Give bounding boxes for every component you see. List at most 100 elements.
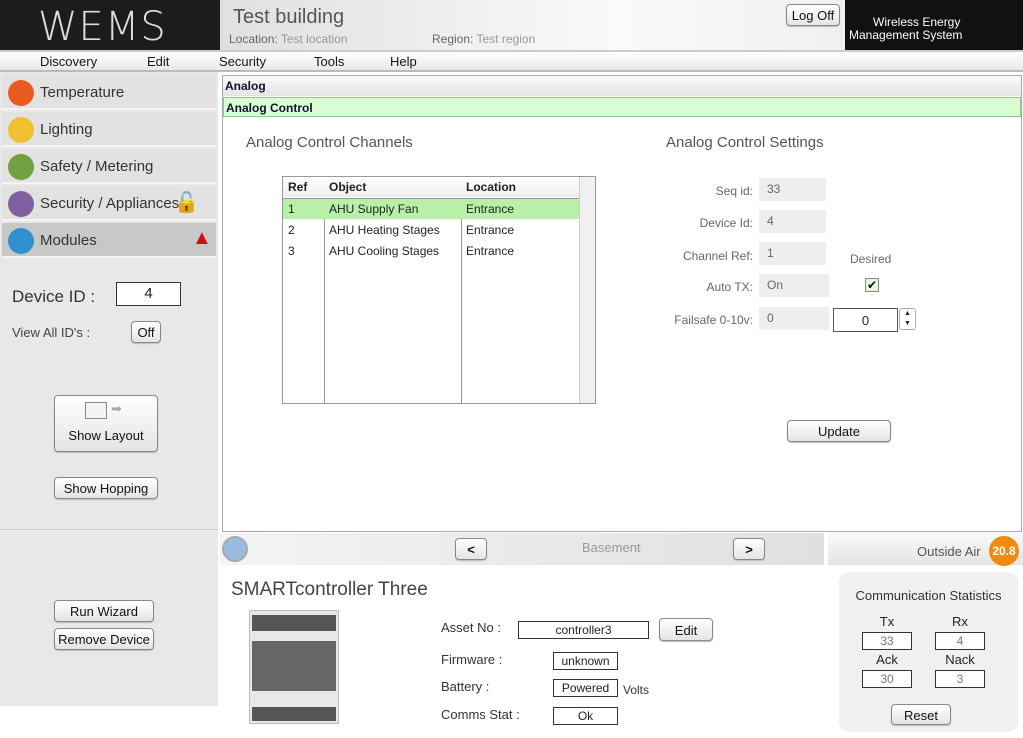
show-layout-button[interactable]: ➡ Show Layout xyxy=(54,395,158,452)
table-row[interactable]: 2 AHU Heating Stages Entrance xyxy=(283,219,579,240)
menu-tools[interactable]: Tools xyxy=(314,54,344,69)
building-title: Test building xyxy=(233,6,345,28)
cell-ref: 3 xyxy=(288,243,295,258)
sidebar-item-label: Security / Appliances xyxy=(40,195,180,212)
ack-value: 30 xyxy=(862,670,912,688)
lock-icon: 🔓 xyxy=(174,192,199,214)
analog-bar[interactable]: Analog xyxy=(223,76,1021,96)
ack-label: Ack xyxy=(876,652,898,667)
controller-image xyxy=(249,610,339,724)
nack-value: 3 xyxy=(935,670,985,688)
cell-ref: 1 xyxy=(288,201,295,216)
prev-floor-button[interactable]: < xyxy=(455,538,487,560)
asset-label: Asset No : xyxy=(441,620,501,635)
menu-help[interactable]: Help xyxy=(390,54,417,69)
warning-icon: ▲ xyxy=(192,227,212,249)
sidebar-item-label: Modules xyxy=(40,232,97,249)
sidebar-item-label: Lighting xyxy=(40,121,93,138)
sidebar-item-safety-metering[interactable]: Safety / Metering xyxy=(2,149,216,184)
outside-air-value: 20.8 xyxy=(989,536,1019,566)
show-layout-label: Show Layout xyxy=(68,428,144,443)
settings-title: Analog Control Settings xyxy=(666,134,824,151)
desired-auto-tx-checkbox[interactable]: ✔ xyxy=(865,278,879,292)
column-ref[interactable]: Ref xyxy=(283,177,324,198)
layout-icon xyxy=(85,402,107,419)
divider xyxy=(0,529,218,530)
tx-label: Tx xyxy=(879,614,895,629)
location-label: Location: xyxy=(229,32,278,46)
remove-device-button[interactable]: Remove Device xyxy=(54,628,154,650)
menu-security[interactable]: Security xyxy=(219,54,266,69)
device-id-label: Device ID : xyxy=(12,287,96,306)
channels-table: Ref Object Location 1 AHU Supply Fan Entranc… xyxy=(282,176,596,404)
sidebar-item-label: Safety / Metering xyxy=(40,158,154,175)
desired-failsafe-input[interactable]: 0 xyxy=(833,308,898,332)
outside-air-panel: Outside Air 20.8 xyxy=(828,533,1023,566)
battery-value: Powered xyxy=(553,679,618,697)
table-row[interactable]: 1 AHU Supply Fan Entrance xyxy=(283,198,579,219)
auto-tx-label: Auto TX: xyxy=(706,280,753,294)
failsafe-label: Failsafe 0-10v: xyxy=(674,313,753,327)
security-icon xyxy=(8,191,34,217)
sidebar-item-security-appliances[interactable]: Security / Appliances 🔓 xyxy=(2,186,216,221)
comm-stats-title: Communication Statistics xyxy=(855,588,1002,603)
table-scrollbar[interactable] xyxy=(579,177,595,403)
view-all-label: View All ID's : xyxy=(12,325,91,340)
rx-label: Rx xyxy=(952,614,968,629)
temperature-icon xyxy=(8,80,34,106)
seq-id-label: Seq id: xyxy=(715,184,753,198)
menu-bar: Discovery Edit Security Tools Help xyxy=(0,50,1023,72)
failsafe-field: 0 xyxy=(759,307,829,330)
edit-asset-button[interactable]: Edit xyxy=(659,618,713,641)
menu-edit[interactable]: Edit xyxy=(147,54,169,69)
terminal-block xyxy=(252,707,336,721)
comms-label: Comms Stat : xyxy=(441,707,520,722)
sidebar-item-temperature[interactable]: Temperature xyxy=(2,75,216,110)
view-all-toggle[interactable]: Off xyxy=(131,321,161,343)
device-id-setting-label: Device Id: xyxy=(699,216,753,230)
column-object[interactable]: Object xyxy=(324,177,461,198)
asset-input[interactable]: controller3 xyxy=(518,621,649,639)
brand-banner: Wireless Energy Management System xyxy=(845,0,1023,50)
battery-label: Battery : xyxy=(441,679,490,694)
device-id-input[interactable]: 4 xyxy=(116,282,181,306)
cell-location: Entrance xyxy=(466,201,515,216)
device-title: SMARTcontroller Three xyxy=(231,579,428,600)
analog-control-bar[interactable]: Analog Control xyxy=(223,97,1021,117)
terminal-block xyxy=(252,615,336,631)
cell-location: Entrance xyxy=(466,222,515,237)
menu-discovery[interactable]: Discovery xyxy=(40,54,97,69)
failsafe-stepper[interactable]: ▲ ▼ xyxy=(899,308,916,330)
show-hopping-button[interactable]: Show Hopping xyxy=(54,477,158,499)
channel-ref-label: Channel Ref: xyxy=(682,249,753,263)
cell-location: Entrance xyxy=(466,243,515,258)
main-panel: Analog Analog Control Analog Control Cha… xyxy=(222,75,1022,532)
rx-value: 4 xyxy=(935,632,985,650)
nack-label: Nack xyxy=(945,652,975,667)
desired-label: Desired xyxy=(850,252,892,266)
next-floor-button[interactable]: > xyxy=(733,538,765,560)
floor-name: Basement xyxy=(582,540,641,555)
sidebar-item-lighting[interactable]: Lighting xyxy=(2,112,216,147)
column-location[interactable]: Location xyxy=(461,177,579,198)
lighting-icon xyxy=(8,117,34,143)
table-row[interactable]: 3 AHU Cooling Stages Entrance xyxy=(283,240,579,261)
update-button[interactable]: Update xyxy=(787,420,891,442)
arrow-right-icon: ➡ xyxy=(111,401,122,416)
region-label: Region: xyxy=(432,32,474,46)
firmware-label: Firmware : xyxy=(441,652,503,667)
floor-nav-bar: < Basement > xyxy=(220,533,824,565)
log-off-button[interactable]: Log Off xyxy=(786,4,840,26)
notepad-icon[interactable] xyxy=(222,536,248,562)
reset-stats-button[interactable]: Reset xyxy=(891,704,951,725)
sidebar-item-modules[interactable]: Modules ▲ xyxy=(2,223,216,258)
battery-unit: Volts xyxy=(623,683,650,697)
sidebar: Temperature Lighting Safety / Metering S… xyxy=(0,72,218,706)
run-wizard-button[interactable]: Run Wizard xyxy=(54,600,154,622)
outside-air-label: Outside Air xyxy=(917,544,981,559)
wems-logo: WEMS xyxy=(0,0,220,50)
comm-stats-panel: Communication Statistics Tx 33 Rx 4 Ack … xyxy=(839,572,1018,732)
region-value: Test region xyxy=(476,32,536,46)
channels-title: Analog Control Channels xyxy=(246,134,413,151)
auto-tx-field: On xyxy=(759,274,829,297)
